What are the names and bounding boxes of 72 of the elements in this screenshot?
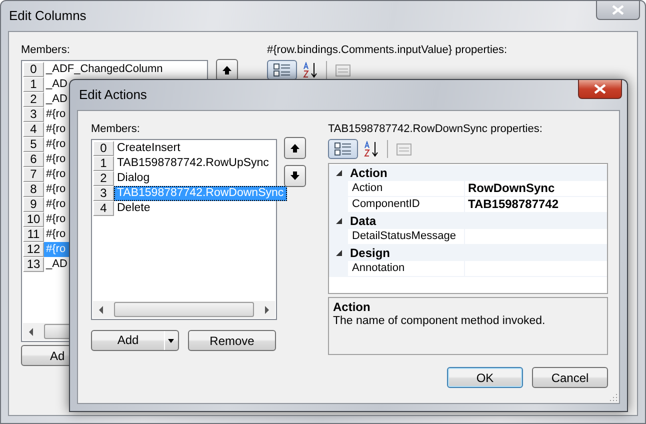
list-item[interactable]: CreateInsert (114, 141, 275, 156)
index-cell: 5 (23, 137, 44, 152)
categorized-icon (273, 63, 291, 77)
sort-alphabetical-icon (363, 141, 379, 157)
index-cell: 3 (93, 186, 114, 201)
index-cell: 1 (93, 156, 114, 171)
list-item[interactable]: TAB1598787742.RowUpSync (114, 156, 275, 171)
index-cell: 12 (23, 242, 44, 257)
description-title: Action (333, 300, 372, 314)
property-value[interactable]: RowDownSync (465, 181, 607, 197)
index-cell: 10 (23, 212, 44, 227)
index-cell: 2 (23, 92, 44, 107)
index-cell: 4 (93, 201, 114, 216)
scroll-left-icon (28, 328, 34, 336)
cancel-button[interactable]: Cancel (532, 367, 608, 388)
property-name[interactable]: DetailStatusMessage (348, 229, 465, 245)
collapse-icon[interactable] (335, 249, 343, 257)
up-arrow-icon (290, 143, 300, 153)
remove-button[interactable]: Remove (188, 330, 276, 351)
index-cell: 11 (23, 227, 44, 242)
close-icon (594, 84, 606, 94)
property-value[interactable]: TAB1598787742 (465, 197, 607, 213)
window-title: Edit Actions (79, 87, 147, 102)
property-name[interactable]: ComponentID (348, 197, 465, 213)
list-item[interactable]: _ADF_ChangedColumn (44, 62, 206, 77)
close-icon (612, 5, 624, 15)
up-arrow-icon (222, 65, 232, 75)
index-cell: 0 (23, 62, 44, 77)
index-cell: 4 (23, 122, 44, 137)
index-cell: 0 (93, 141, 114, 156)
window-title: Edit Columns (9, 8, 86, 23)
category-label: Design (350, 246, 390, 260)
property-pages-icon (396, 142, 412, 156)
members-label: Members: (21, 44, 71, 56)
property-name[interactable]: Action (348, 181, 465, 197)
move-down-button[interactable] (284, 165, 306, 187)
category-label: Action (350, 166, 388, 180)
index-cell: 3 (23, 107, 44, 122)
categorized-button[interactable] (328, 139, 358, 159)
scroll-thumb[interactable] (114, 302, 254, 317)
collapse-icon[interactable] (335, 169, 343, 177)
resize-grip-icon[interactable] (608, 392, 618, 402)
move-up-button[interactable] (284, 137, 306, 159)
collapse-icon[interactable] (335, 217, 343, 225)
close-button[interactable] (596, 1, 640, 20)
list-item[interactable]: Delete (114, 201, 275, 216)
scroll-right-icon (264, 306, 270, 314)
index-cell: 13 (23, 257, 44, 272)
index-cell: 2 (93, 171, 114, 186)
categorized-button[interactable] (267, 60, 297, 80)
category-label: Data (350, 214, 376, 228)
index-cell: 8 (23, 182, 44, 197)
add-button[interactable]: Add (91, 330, 179, 351)
description-text: The name of component method invoked. (333, 315, 546, 327)
index-cell: 1 (23, 77, 44, 92)
scroll-left-icon (98, 306, 104, 314)
list-item[interactable]: Dialog (114, 171, 275, 186)
down-arrow-icon (290, 171, 300, 181)
index-cell: 6 (23, 152, 44, 167)
properties-label: #{row.bindings.Comments.inputValue} properties: (267, 44, 508, 56)
index-cell: 9 (23, 197, 44, 212)
property-name[interactable]: Annotation (348, 261, 465, 277)
index-cell: 7 (23, 167, 44, 182)
sort-alphabetical-icon (302, 62, 318, 78)
properties-label: TAB1598787742.RowDownSync properties: (328, 123, 544, 135)
move-up-button[interactable] (216, 59, 238, 81)
ok-button[interactable]: OK (447, 367, 523, 388)
categorized-icon (334, 142, 352, 156)
horizontal-scrollbar[interactable] (93, 301, 275, 318)
members-label: Members: (91, 123, 141, 135)
close-button[interactable] (578, 80, 622, 99)
property-pages-icon (335, 63, 351, 77)
